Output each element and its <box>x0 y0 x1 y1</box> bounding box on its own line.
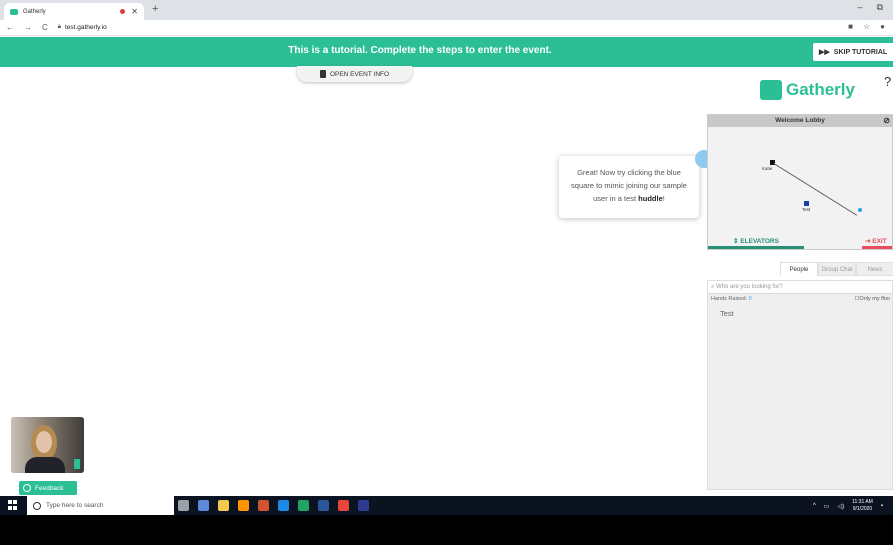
elevators-label: ELEVATORS <box>740 238 779 245</box>
side-tabs: People Group Chat News <box>780 262 893 276</box>
hands-raised-count: 0 <box>748 296 752 302</box>
people-panel: ⌕ Who are you looking for? Hands Raised:… <box>707 280 893 490</box>
browser-tab-bar: Gatherly ✕ + – ⧉ <box>0 0 893 20</box>
user-label-katie: Katie <box>762 166 773 171</box>
user-label-test: Test <box>802 207 811 212</box>
network-icon[interactable]: ▭ <box>824 503 830 510</box>
cortana-icon <box>33 501 41 510</box>
lock-icon: 🔒︎ <box>57 24 61 30</box>
help-icon[interactable]: ? <box>884 74 891 89</box>
user-square-test[interactable] <box>804 201 809 206</box>
clock-time: 11:31 AM <box>852 499 873 505</box>
skip-tutorial-label: SKIP TUTORIAL <box>833 48 888 56</box>
taskbar-search-input[interactable]: Type here to search <box>27 496 174 515</box>
black-bar <box>0 515 893 545</box>
reload-icon[interactable]: C <box>42 23 48 32</box>
compass-icon[interactable]: ⊘ <box>883 115 890 127</box>
feedback-icon <box>23 484 31 492</box>
clock[interactable]: 11:31 AM 9/1/2020 <box>852 499 873 513</box>
webcam-person-body <box>25 457 65 473</box>
tooltip-text-end: ! <box>662 194 665 203</box>
photoshop-icon[interactable] <box>358 500 369 511</box>
camera-icon[interactable]: ■ <box>848 22 853 31</box>
browser-toolbar-right: ■ ☆ ● <box>848 22 885 31</box>
gatherly-favicon-icon <box>10 8 18 15</box>
mic-icon[interactable] <box>178 500 189 511</box>
lobby-map: Welcome Lobby ⊘ Katie Test ⇕ ELEVATORS ⇥… <box>707 114 893 250</box>
browser-tab[interactable]: Gatherly ✕ <box>4 3 144 20</box>
people-search-input[interactable]: ⌕ Who are you looking for? <box>708 281 892 294</box>
audio-level-icon <box>74 459 80 469</box>
screen: Gatherly ✕ + – ⧉ ← → C 🔒︎ test.gatherly.… <box>0 0 893 545</box>
volume-icon[interactable]: ◁) <box>837 503 844 510</box>
word-icon[interactable] <box>318 500 329 511</box>
webcam-preview <box>11 417 84 473</box>
hands-raised-row: Hands Raised: 0 ☐Only my floo <box>708 294 892 305</box>
url-field[interactable]: test.gatherly.io <box>65 24 107 31</box>
bookmark-star-icon[interactable]: ☆ <box>863 22 870 31</box>
tutorial-message: This is a tutorial. Complete the steps t… <box>288 45 552 56</box>
notifications-icon[interactable]: ▪ <box>881 503 883 509</box>
restore-icon[interactable]: ⧉ <box>877 2 883 13</box>
firefox-icon[interactable] <box>238 500 249 511</box>
tab-group-chat[interactable]: Group Chat <box>818 262 856 276</box>
self-position-dot <box>858 208 862 212</box>
only-my-floor-label: Only my floo <box>859 296 890 302</box>
recording-indicator-icon <box>120 9 126 14</box>
taskbar-search-placeholder: Type here to search <box>46 502 104 509</box>
new-tab-button[interactable]: + <box>152 3 158 15</box>
tutorial-tooltip: Great! Now try clicking the blue square … <box>559 156 699 218</box>
clock-date: 9/1/2020 <box>852 506 873 512</box>
fast-forward-icon: ▶▶ <box>819 49 830 56</box>
tooltip-bold-word: huddle <box>638 194 663 203</box>
open-event-info-button[interactable]: OPEN EVENT INFO <box>297 66 412 82</box>
gatherly-logo-icon <box>760 80 782 100</box>
windows-start-icon[interactable] <box>8 500 18 510</box>
tab-title: Gatherly <box>23 8 46 15</box>
elevators-button[interactable]: ⇕ ELEVATORS <box>708 237 804 249</box>
tab-news[interactable]: News <box>856 262 893 276</box>
address-bar: ← → C 🔒︎ test.gatherly.io ■ ☆ ● <box>0 20 893 36</box>
exit-label: EXIT <box>872 238 887 245</box>
tab-people[interactable]: People <box>780 262 818 276</box>
people-search-placeholder: Who are you looking for? <box>716 284 783 290</box>
taskbar-apps <box>178 500 369 511</box>
movement-line <box>773 163 858 216</box>
excel-icon[interactable] <box>298 500 309 511</box>
document-icon <box>319 70 326 78</box>
hands-raised-label: Hands Raised: <box>711 296 748 302</box>
back-icon[interactable]: ← <box>6 23 14 32</box>
system-tray: ^ ▭ ◁) 11:31 AM 9/1/2020 ▪ <box>813 499 883 513</box>
nav-buttons: ← → C <box>6 23 48 32</box>
edge-icon[interactable] <box>278 500 289 511</box>
file-explorer-icon[interactable] <box>218 500 229 511</box>
skip-tutorial-button[interactable]: ▶▶ SKIP TUTORIAL <box>813 43 893 61</box>
lobby-header: Welcome Lobby ⊘ <box>708 115 892 127</box>
window-controls: – ⧉ <box>858 2 883 13</box>
lobby-title: Welcome Lobby <box>775 117 825 124</box>
close-tab-icon[interactable]: ✕ <box>131 7 138 16</box>
exit-button[interactable]: ⇥ EXIT <box>862 237 892 249</box>
tutorial-banner: This is a tutorial. Complete the steps t… <box>0 37 893 67</box>
task-view-icon[interactable] <box>198 500 209 511</box>
event-info-label: OPEN EVENT INFO <box>329 70 390 78</box>
feedback-button[interactable]: Feedback <box>19 481 77 495</box>
forward-icon[interactable]: → <box>24 23 32 32</box>
chrome-icon[interactable] <box>338 500 349 511</box>
windows-taskbar: Type here to search ^ ▭ ◁) 11:31 AM 9/1/… <box>0 496 893 515</box>
profile-icon[interactable]: ● <box>880 22 885 31</box>
brand-name: Gatherly <box>786 80 855 99</box>
webcam-person-face <box>36 431 52 453</box>
gatherly-logo: Gatherly <box>760 80 855 100</box>
tray-chevron-icon[interactable]: ^ <box>813 503 816 509</box>
feedback-label: Feedback <box>35 484 64 492</box>
powerpoint-icon[interactable] <box>258 500 269 511</box>
minimize-icon[interactable]: – <box>858 2 863 13</box>
list-item[interactable]: Test <box>708 305 892 322</box>
only-my-floor-checkbox[interactable]: ☐Only my floo <box>854 296 890 302</box>
tooltip-text: Great! Now try clicking the blue square … <box>571 168 687 203</box>
